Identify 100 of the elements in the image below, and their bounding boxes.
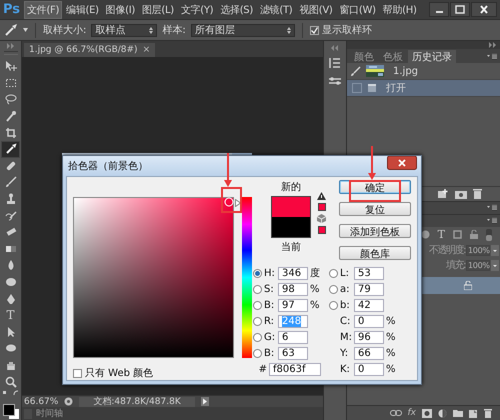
camera-icon[interactable] [455,188,467,199]
annotation-arrow [367,146,377,180]
adjustment-icon[interactable] [438,408,447,418]
trash-icon[interactable] [484,408,492,418]
panel-menu-icon[interactable] [487,218,497,224]
updown-icon [286,26,291,34]
caret-icon[interactable] [491,260,499,271]
radio-button[interactable] [329,284,338,294]
value-field[interactable]: 0 [354,314,384,328]
trash-icon[interactable] [473,188,482,199]
radio-button[interactable] [253,268,262,278]
value-field[interactable]: 53 [354,266,384,280]
field-label: G: [264,332,276,342]
menu-item[interactable]: 窗口(W) [336,0,379,18]
radio-button[interactable] [253,348,262,358]
document-tab[interactable]: 1.jpg @ 66.7%(RGB/8#) × [24,43,156,57]
checkbox-label: 只有 Web 颜色 [85,366,154,380]
field-label: 填充: [446,258,465,272]
menu-item[interactable]: 编辑(E) [63,0,102,18]
swap-icon[interactable] [2,390,20,396]
menu-item[interactable]: 图层(L) [139,0,177,18]
circle-filter-icon[interactable] [420,230,430,240]
value-field[interactable]: 97 [278,298,308,312]
eyedropper-icon[interactable] [4,23,18,37]
value-field[interactable]: 66 [354,346,384,360]
cube-icon[interactable] [317,214,326,223]
radio-button[interactable] [329,268,338,278]
menu-item[interactable]: 选择(S) [217,0,256,18]
panel-menu-icon[interactable] [487,54,497,58]
link-icon[interactable] [390,410,402,416]
panel-tab[interactable]: 历史记录 [408,50,456,63]
radio-button[interactable] [253,316,262,326]
lock-filter-icon[interactable] [470,230,478,240]
toggle-switch[interactable] [486,228,492,241]
slider-arrow-icon[interactable] [235,199,241,208]
menu-item[interactable]: 文件(F) [24,0,62,18]
close-icon[interactable] [471,2,497,17]
history-item[interactable]: 打开 [347,80,500,97]
hex-field[interactable]: f8063f [269,362,321,376]
panel-menu-icon[interactable] [487,205,497,210]
field-label: 取样大小: [43,24,86,37]
web-color-swatch[interactable] [318,226,326,234]
menu-item[interactable]: 文字(Y) [178,0,216,18]
new-layer-icon[interactable] [469,408,478,418]
field-label: # [258,364,267,374]
value-field[interactable]: 42 [354,298,384,312]
field-label: K: [340,364,351,374]
value-field[interactable]: 98 [278,282,308,296]
panel-tab[interactable]: 色板 [379,50,407,63]
info-icon[interactable] [64,397,74,406]
swatch-label: 新的 [281,180,301,194]
timeline-tab[interactable]: 时间轴 [36,407,63,420]
field-label: B: [264,300,276,310]
dialog-button[interactable]: 颜色库 [339,246,411,260]
menu-item[interactable]: 图像(I) [102,0,138,18]
warning-icon[interactable] [317,192,326,200]
color-field[interactable] [73,197,234,358]
dialog-button[interactable]: 复位 [339,202,411,216]
new-document-icon[interactable] [437,188,449,199]
color-swatch[interactable] [272,217,310,237]
mask-icon[interactable] [422,408,432,418]
caret-icon[interactable] [23,28,28,32]
dialog-button[interactable]: 添加到色板 [339,224,411,238]
radio-button[interactable] [253,332,262,342]
caret-icon[interactable] [491,244,499,256]
annotation-arrow [223,153,233,187]
value-field[interactable]: 6 [278,330,308,344]
menu-item[interactable]: 滤镜(T) [256,0,296,18]
brush-icon [351,66,361,76]
type-tool[interactable]: T [1,306,20,324]
dropdown[interactable]: 取样点 [91,24,158,36]
close-tab-button[interactable]: × [142,45,150,55]
minimize-icon[interactable] [429,2,449,17]
value-field[interactable]: 96 [354,330,384,344]
gamut-color-swatch[interactable] [318,203,326,211]
radio-button[interactable] [253,284,262,294]
checkbox[interactable] [73,368,82,378]
menu-item[interactable]: 帮助(H) [380,0,420,18]
properties-icon[interactable] [328,76,342,86]
close-button[interactable] [387,156,417,170]
history-icon[interactable] [328,57,342,70]
panel-tab[interactable]: 颜色 [350,50,378,63]
color-picker-ring[interactable] [224,198,234,207]
dropdown[interactable]: 所有图层 [190,24,295,36]
folder-icon[interactable] [453,409,463,417]
value-field[interactable]: 0 [354,362,384,376]
play-icon[interactable] [200,397,209,406]
unit-label: % [386,332,396,342]
maximize-icon[interactable] [450,2,470,17]
eyedropper-icon[interactable] [1,140,20,158]
field-label: M: [340,332,352,342]
shape-filter-icon[interactable] [453,230,462,240]
swatch-label: 当前 [281,240,301,254]
value-field[interactable]: 346 [278,266,308,280]
value-field[interactable]: 79 [354,282,384,296]
menu-item[interactable]: 视图(V) [296,0,336,18]
value-field[interactable]: 63 [278,346,308,360]
checkbox[interactable] [310,26,319,34]
radio-button[interactable] [253,300,262,310]
radio-button[interactable] [329,300,338,310]
